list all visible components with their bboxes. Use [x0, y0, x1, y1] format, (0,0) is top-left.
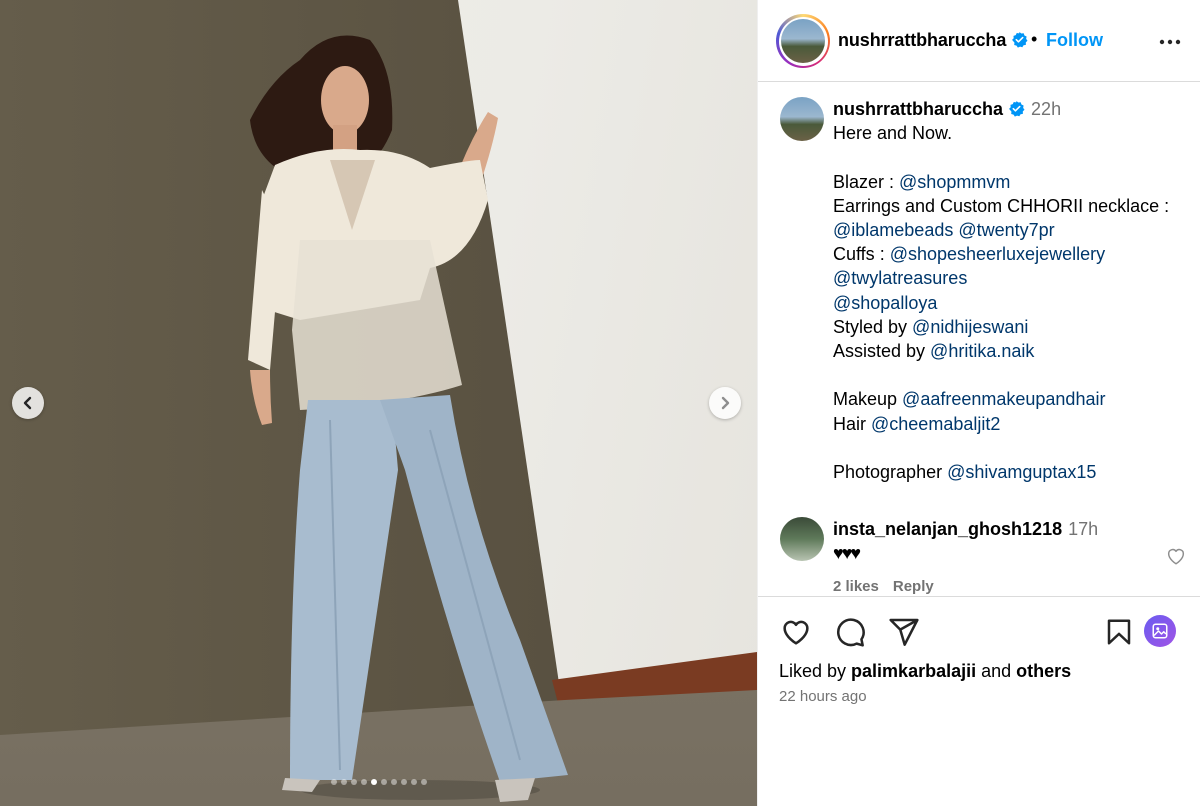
- caption-line: Assisted by @hritika.naik: [833, 339, 1193, 363]
- liked-by-line: Liked by palimkarbalajii and others: [779, 661, 1071, 682]
- caption-text-segment: Styled by: [833, 316, 913, 337]
- comment-avatar[interactable]: [780, 517, 824, 561]
- comment-likes-count[interactable]: 2 likes: [833, 578, 879, 595]
- comment: insta_nelanjan_ghosh1218 17h ♥♥♥: [833, 517, 1173, 565]
- comments-section[interactable]: nushrrattbharuccha 22h Here and Now. Blaze…: [758, 83, 1200, 596]
- post-actions: Liked by palimkarbalajii and others 22 h…: [758, 596, 1200, 806]
- carousel-previous-button[interactable]: [12, 387, 44, 419]
- post-header: nushrrattbharuccha • Follow: [758, 0, 1200, 82]
- carousel-dot: [330, 779, 337, 785]
- carousel-dot: [380, 779, 387, 785]
- liked-by-prefix: Liked by: [779, 661, 852, 681]
- caption-line: @shopalloya: [833, 291, 1193, 315]
- post-side-panel: nushrrattbharuccha • Follow nushrrattbha…: [757, 0, 1200, 806]
- caption-text-segment: Here and Now.: [833, 123, 953, 144]
- heart-icon[interactable]: [779, 616, 813, 648]
- chevron-right-icon: [721, 396, 730, 410]
- caption-time[interactable]: 22h: [1031, 99, 1061, 119]
- post-timestamp[interactable]: 22 hours ago: [779, 688, 867, 705]
- bookmark-icon[interactable]: [1104, 616, 1134, 648]
- caption-line: Photographer @shivamguptax15: [833, 460, 1193, 484]
- caption-line: Blazer : @shopmmvm: [833, 170, 1193, 194]
- carousel-dot: [420, 779, 427, 785]
- caption-line: Here and Now.: [833, 121, 1193, 145]
- mention-link[interactable]: @cheemabaljit2: [871, 414, 1000, 434]
- caption-line: @twylatreasures: [833, 266, 1193, 290]
- caption-avatar[interactable]: [780, 97, 824, 141]
- post-caption: nushrrattbharuccha 22h Here and Now. Blaze…: [833, 97, 1193, 484]
- chevron-left-icon: [23, 396, 32, 410]
- mention-link[interactable]: @iblamebeads: [833, 220, 953, 240]
- comment-meta: 2 likes Reply: [833, 578, 948, 595]
- mention-link[interactable]: @twenty7pr: [958, 220, 1054, 240]
- caption-line: Earrings and Custom CHHORII necklace :: [833, 194, 1193, 218]
- liked-by-and: and: [976, 661, 1017, 681]
- gallery-button[interactable]: [1144, 615, 1176, 647]
- carousel-dot: [370, 779, 377, 785]
- comment-text: ♥♥♥: [833, 543, 861, 563]
- caption-line: [833, 363, 1193, 387]
- mention-link[interactable]: @aafreenmakeupandhair: [902, 389, 1105, 409]
- header-username[interactable]: nushrrattbharuccha: [838, 30, 1028, 51]
- caption-username[interactable]: nushrrattbharuccha: [833, 99, 1003, 119]
- caption-text-segment: Blazer :: [833, 171, 900, 192]
- caption-text-segment: Photographer: [833, 462, 948, 482]
- comment-reply-button[interactable]: Reply: [893, 578, 934, 595]
- caption-text-segment: Hair: [833, 413, 872, 434]
- caption-line: Styled by @nidhijeswani: [833, 315, 1193, 339]
- caption-text-segment: Assisted by: [833, 341, 931, 362]
- send-icon[interactable]: [888, 616, 920, 648]
- caption-text-segment: Earrings and Custom CHHORII necklace :: [833, 195, 1170, 216]
- caption-line: @iblamebeads @twenty7pr: [833, 218, 1193, 242]
- verified-badge-icon: [1009, 101, 1025, 117]
- caption-text-segment: Cuffs :: [833, 244, 890, 265]
- caption-line: Cuffs : @shopesheerluxejewellery: [833, 242, 1193, 266]
- carousel-dot: [410, 779, 417, 785]
- carousel-dot: [360, 779, 367, 785]
- mention-link[interactable]: @shopalloya: [833, 293, 937, 313]
- mention-link[interactable]: @nidhijeswani: [912, 317, 1028, 337]
- caption-line: Hair @cheemabaljit2: [833, 412, 1193, 436]
- caption-text: Here and Now. Blazer : @shopmmvm Earrings …: [833, 121, 1193, 484]
- liked-by-user[interactable]: palimkarbalajii: [851, 661, 976, 681]
- header-separator: •: [1031, 29, 1038, 49]
- photo-figure-illustration: [248, 35, 568, 802]
- comment-heart-icon[interactable]: [1165, 545, 1187, 567]
- story-ring[interactable]: [776, 14, 830, 68]
- caption-line: [833, 145, 1193, 169]
- carousel-dot: [340, 779, 347, 785]
- carousel-dot: [350, 779, 357, 785]
- mention-link[interactable]: @hritika.naik: [930, 341, 1034, 361]
- image-icon: [1152, 623, 1168, 639]
- avatar[interactable]: [781, 19, 825, 63]
- carousel-indicator: [0, 779, 757, 785]
- caption-line: [833, 436, 1193, 460]
- liked-by-others[interactable]: others: [1016, 661, 1071, 681]
- mention-link[interactable]: @shopesheerluxejewellery: [890, 244, 1105, 264]
- mention-link[interactable]: @twylatreasures: [833, 268, 967, 288]
- carousel-dot: [400, 779, 407, 785]
- comment-icon[interactable]: [834, 616, 866, 648]
- follow-button[interactable]: Follow: [1046, 30, 1103, 51]
- mention-link[interactable]: @shopmmvm: [899, 172, 1010, 192]
- verified-badge-icon: [1012, 32, 1028, 48]
- comment-time: 17h: [1068, 519, 1099, 539]
- post-photo[interactable]: [0, 0, 757, 806]
- carousel-dot: [390, 779, 397, 785]
- comment-username[interactable]: insta_nelanjan_ghosh1218: [833, 519, 1062, 539]
- caption-line: Makeup @aafreenmakeupandhair: [833, 387, 1193, 411]
- caption-text-segment: Makeup: [833, 389, 903, 410]
- more-horizontal-icon[interactable]: [1158, 30, 1182, 54]
- carousel-next-button[interactable]: [709, 387, 741, 419]
- mention-link[interactable]: @shivamguptax15: [947, 462, 1096, 482]
